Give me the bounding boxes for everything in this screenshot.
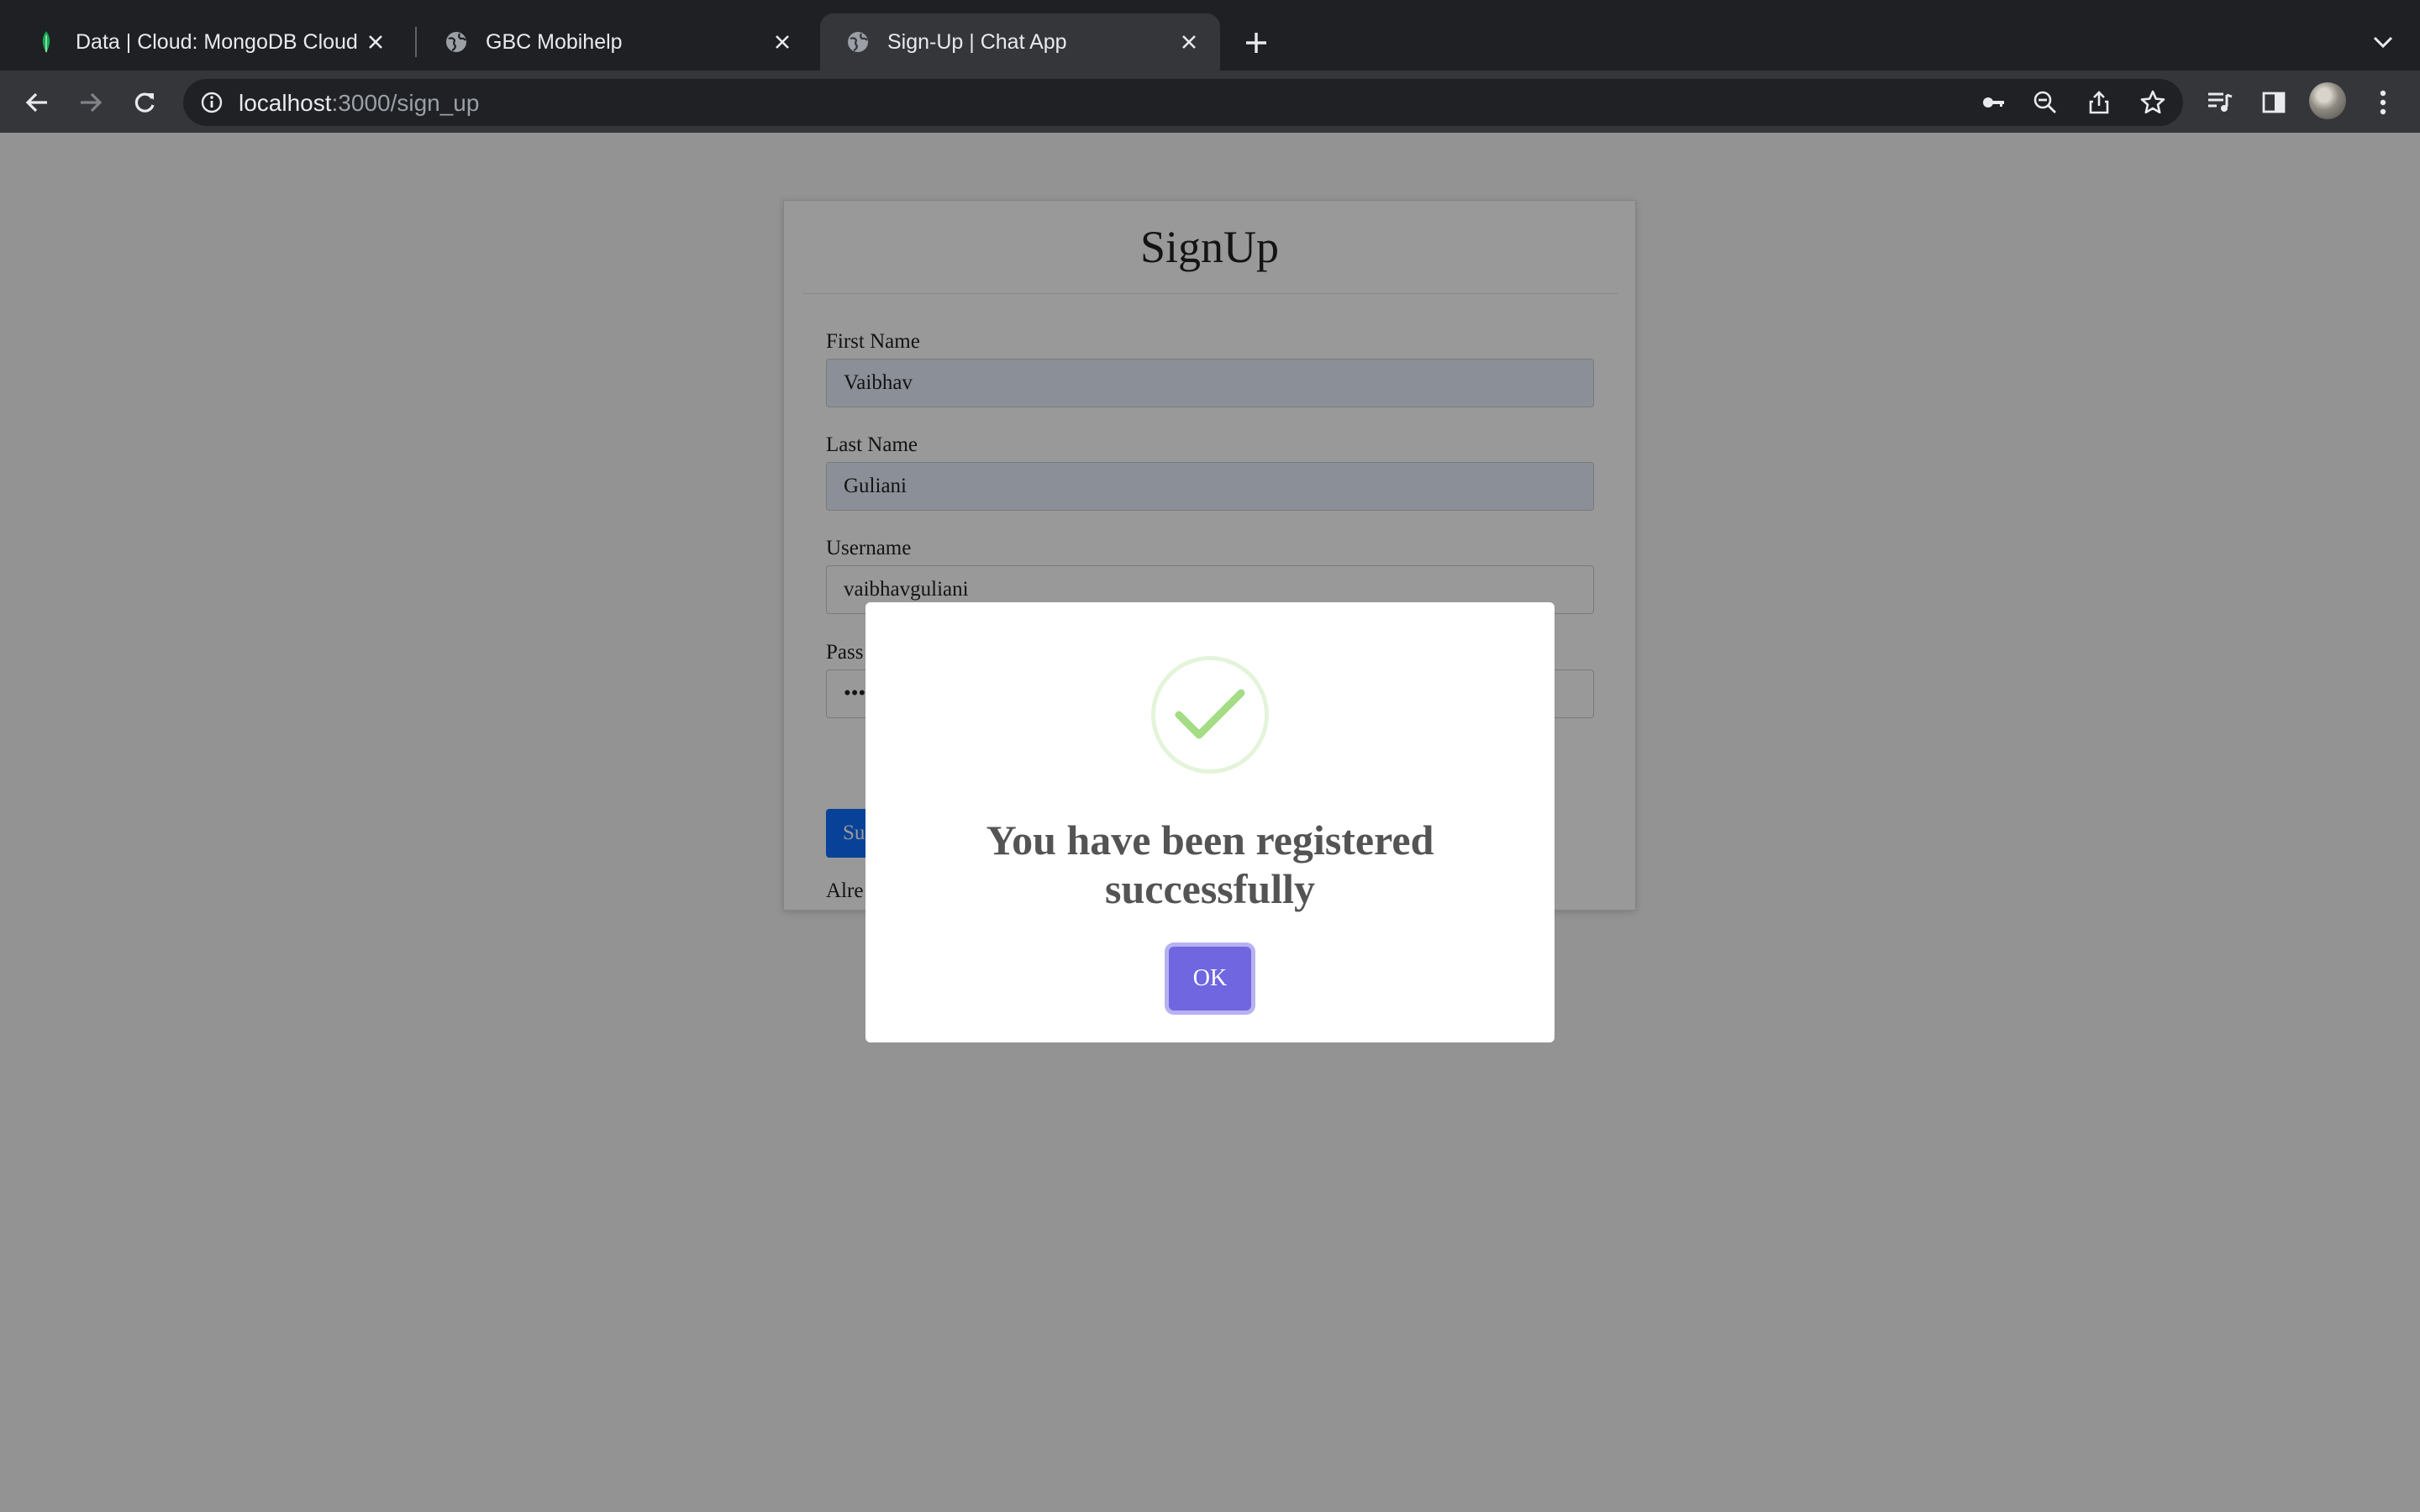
address-bar[interactable]: localhost:3000/sign_up	[183, 79, 2183, 126]
browser-tab-signup[interactable]: Sign-Up | Chat App	[820, 13, 1220, 71]
url-path: :3000/sign_up	[331, 90, 480, 116]
zoom-out-icon[interactable]	[2030, 87, 2060, 118]
url-host: localhost	[239, 90, 332, 116]
browser-tab-strip: Data | Cloud: MongoDB Cloud GBC Mobihelp…	[0, 0, 2420, 71]
tab-title: Sign-Up | Chat App	[887, 29, 1067, 54]
bookmark-star-icon[interactable]	[2138, 87, 2168, 118]
success-dialog: You have been registered successfully OK	[865, 602, 1555, 1042]
site-info-icon[interactable]	[198, 89, 225, 116]
globe-icon	[845, 29, 871, 55]
browser-tab-gbc-mobihelp[interactable]: GBC Mobihelp	[418, 13, 813, 71]
tab-separator	[415, 27, 417, 57]
tab-search-chevron-icon[interactable]	[2366, 25, 2400, 59]
dialog-title: You have been registered successfully	[986, 816, 1434, 912]
kebab-menu-icon[interactable]	[2365, 84, 2402, 121]
forward-arrow-icon[interactable]	[72, 84, 109, 121]
close-tab-icon[interactable]	[770, 29, 795, 55]
close-tab-icon[interactable]	[1176, 29, 1202, 55]
new-tab-plus-icon[interactable]	[1239, 25, 1274, 60]
url-text: localhost:3000/sign_up	[239, 90, 479, 117]
success-check-icon	[1151, 656, 1269, 774]
profile-avatar[interactable]	[2309, 82, 2346, 119]
share-icon[interactable]	[2084, 87, 2114, 118]
tab-title: Data | Cloud: MongoDB Cloud	[76, 29, 358, 54]
mongodb-leaf-icon	[34, 29, 59, 55]
media-controls-icon[interactable]	[2202, 84, 2238, 121]
back-arrow-icon[interactable]	[18, 84, 55, 121]
ok-button[interactable]: OK	[1169, 947, 1251, 1011]
password-key-icon[interactable]	[1978, 87, 2008, 118]
close-tab-icon[interactable]	[363, 29, 388, 55]
tab-title: GBC Mobihelp	[486, 29, 623, 54]
reload-icon[interactable]	[126, 84, 163, 121]
side-panel-icon[interactable]	[2255, 84, 2292, 121]
globe-icon	[444, 29, 469, 55]
browser-tab-mongodb[interactable]: Data | Cloud: MongoDB Cloud	[8, 13, 407, 71]
